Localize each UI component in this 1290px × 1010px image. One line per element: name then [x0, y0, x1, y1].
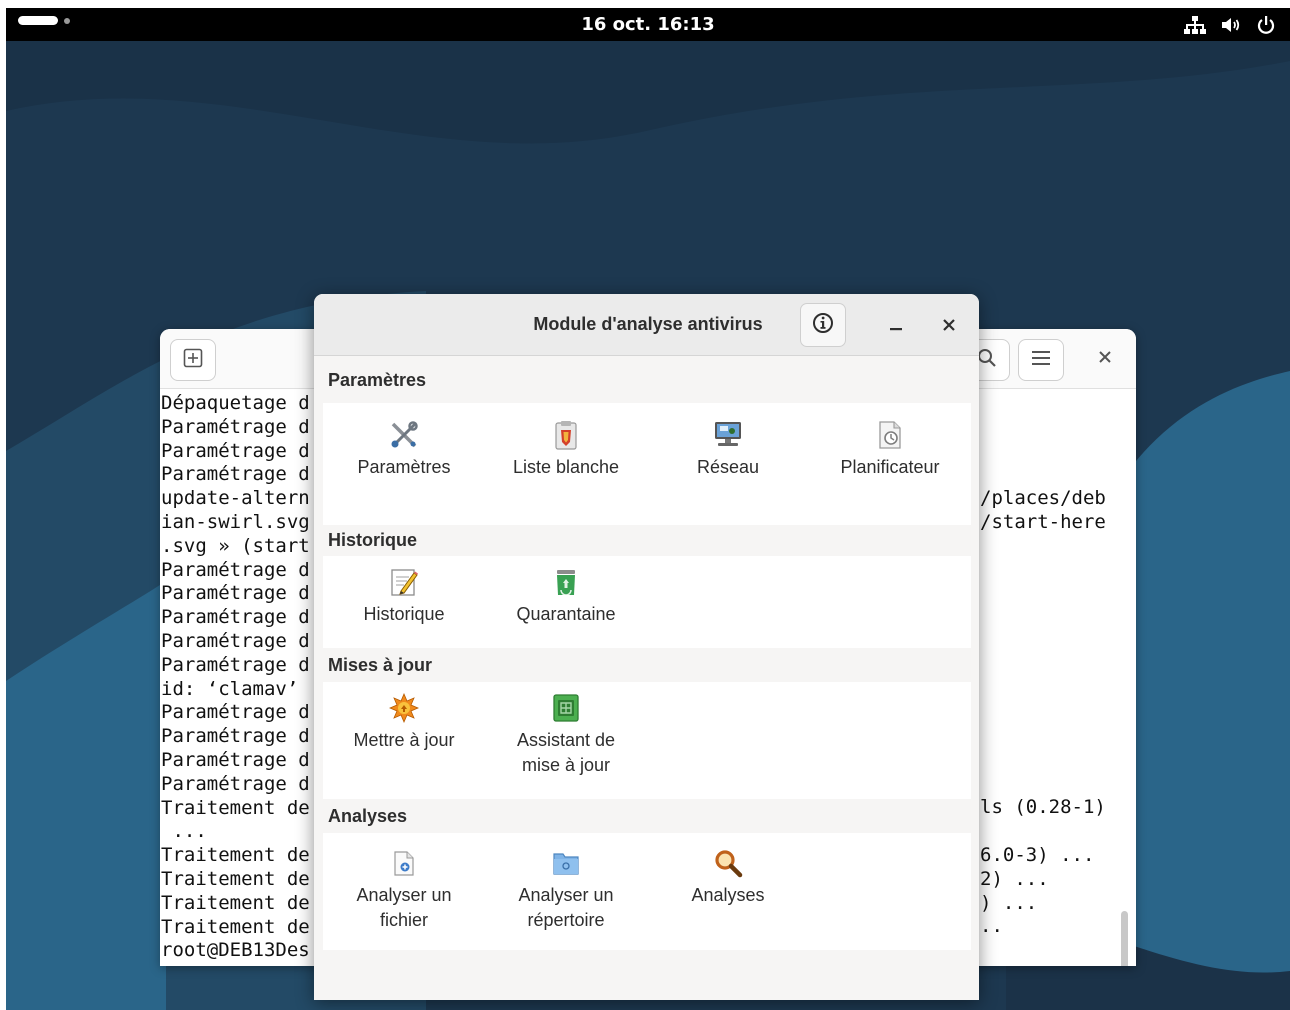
history-edit-icon	[388, 566, 420, 598]
tools-icon	[388, 419, 420, 451]
terminal-line-tail: ls (0.28-1)	[980, 796, 1106, 819]
terminal-line: Paramétrage d	[161, 701, 310, 724]
analyses-item[interactable]: Analyses	[647, 847, 809, 908]
terminal-line: .svg » (start	[161, 534, 310, 557]
close-icon	[1098, 349, 1112, 368]
terminal-line-tail: 2) ...	[980, 867, 1049, 890]
terminal-line: Dépaquetage d	[161, 392, 310, 414]
terminal-close-button[interactable]	[1094, 347, 1116, 369]
history-item-label: Historique	[363, 604, 445, 624]
terminal-line: Traitement de	[161, 796, 310, 819]
terminal-line: root@DEB13Des	[161, 939, 310, 962]
antivirus-header: Module d'analyse antivirus	[314, 294, 979, 356]
whitelist-icon	[550, 419, 582, 451]
update-assistant-item-label: Assistant de mise à jour	[516, 730, 616, 775]
terminal-line: Traitement de	[161, 844, 310, 867]
quarantine-item[interactable]: Quarantaine	[485, 566, 647, 627]
scan-file-item[interactable]: Analyser un fichier	[323, 847, 485, 933]
terminal-line: Paramétrage d	[161, 558, 310, 581]
terminal-line-tail: ..	[980, 915, 1003, 938]
analyses-item-label: Analyses	[691, 885, 765, 905]
close-button[interactable]	[937, 314, 961, 338]
clock[interactable]: 16 oct. 16:13	[6, 8, 1290, 41]
scan-folder-item[interactable]: Analyser un répertoire	[485, 847, 647, 933]
info-icon	[812, 312, 834, 338]
system-tray[interactable]	[1184, 8, 1276, 41]
terminal-scrollbar[interactable]	[1121, 911, 1128, 966]
terminal-line: Paramétrage d	[161, 629, 310, 652]
terminal-line: Paramétrage d	[161, 582, 310, 605]
panel-historique: Historique Quarantaine	[323, 556, 971, 648]
magnifier-icon	[712, 847, 744, 879]
minimize-button[interactable]	[884, 314, 908, 338]
terminal-line: update-altern	[161, 487, 310, 510]
update-starburst-icon	[388, 692, 420, 724]
panel-parametres: Paramètres Liste blanche Réseau Planific…	[323, 403, 971, 525]
terminal-line: Traitement de	[161, 891, 310, 914]
scheduler-icon	[874, 419, 906, 451]
section-title-mises-a-jour: Mises à jour	[328, 655, 433, 675]
terminal-line: id: ‘clamav’	[161, 677, 299, 700]
update-assistant-item[interactable]: Assistant de mise à jour	[485, 692, 647, 778]
window-title: Module d'analyse antivirus	[533, 314, 763, 334]
terminal-line: Paramétrage d	[161, 439, 310, 462]
terminal-line: Paramétrage d	[161, 748, 310, 771]
power-icon	[1256, 15, 1276, 35]
terminal-line: ian-swirl.svg	[161, 510, 310, 533]
settings-item[interactable]: Paramètres	[323, 419, 485, 480]
network-computer-icon	[712, 419, 744, 451]
network-icon	[1184, 15, 1206, 35]
panel-mises-a-jour: Mettre à jour Assistant de mise à jour	[323, 682, 971, 799]
antivirus-window[interactable]: Module d'analyse antivirus Paramètres Pa…	[314, 294, 979, 1000]
network-item-label: Réseau	[696, 457, 760, 477]
terminal-line: Traitement de	[161, 915, 310, 938]
scan-file-icon	[388, 847, 420, 879]
scan-file-item-label: Analyser un fichier	[356, 885, 452, 930]
quarantine-bin-icon	[550, 566, 582, 598]
scan-folder-item-label: Analyser un répertoire	[518, 885, 614, 930]
update-item-label: Mettre à jour	[353, 730, 455, 750]
terminal-line-tail: ) ...	[980, 891, 1038, 914]
menu-icon	[1031, 349, 1051, 371]
terminal-line-tail: 6.0-3) ...	[980, 844, 1095, 866]
update-assistant-icon	[550, 692, 582, 724]
terminal-line-tail: /start-here	[980, 510, 1106, 533]
terminal-line: Paramétrage d	[161, 606, 310, 629]
terminal-output-left: Dépaquetage d Paramétrage d Paramétrage dP…	[161, 392, 310, 963]
close-icon	[942, 317, 956, 336]
section-title-analyses: Analyses	[328, 806, 408, 826]
terminal-line: Traitement de	[161, 867, 310, 890]
settings-item-label: Paramètres	[357, 457, 451, 477]
desktop: 16 oct. 16:13 Dépaquetage d Paramétrage …	[6, 8, 1290, 1010]
terminal-line: Paramétrage d	[161, 415, 310, 438]
section-title-historique: Historique	[328, 530, 418, 550]
new-tab-icon	[183, 348, 203, 372]
terminal-line: Paramétrage d	[161, 772, 310, 795]
quarantine-item-label: Quarantaine	[516, 604, 616, 624]
new-tab-button[interactable]	[170, 339, 216, 381]
whitelist-item-label: Liste blanche	[512, 457, 620, 477]
about-button[interactable]	[800, 303, 846, 347]
scan-folder-icon	[550, 847, 582, 879]
scheduler-item-label: Planificateur	[840, 457, 940, 477]
top-bar: 16 oct. 16:13	[6, 8, 1290, 41]
panel-analyses: Analyser un fichier Analyser un répertoi…	[323, 833, 971, 950]
section-title-parametres: Paramètres	[328, 370, 427, 390]
search-icon	[977, 348, 997, 372]
terminal-line: Paramétrage d	[161, 463, 310, 486]
terminal-line: ...	[161, 820, 207, 843]
update-item[interactable]: Mettre à jour	[323, 692, 485, 753]
scheduler-item[interactable]: Planificateur	[809, 419, 971, 480]
terminal-line: Paramétrage d	[161, 653, 310, 676]
terminal-line-tail: /places/deb	[980, 487, 1106, 509]
menu-button[interactable]	[1018, 339, 1064, 381]
network-item[interactable]: Réseau	[647, 419, 809, 480]
terminal-line: Paramétrage d	[161, 725, 310, 748]
history-item[interactable]: Historique	[323, 566, 485, 627]
minimize-icon	[889, 317, 903, 336]
volume-icon	[1220, 15, 1242, 35]
whitelist-item[interactable]: Liste blanche	[485, 419, 647, 480]
